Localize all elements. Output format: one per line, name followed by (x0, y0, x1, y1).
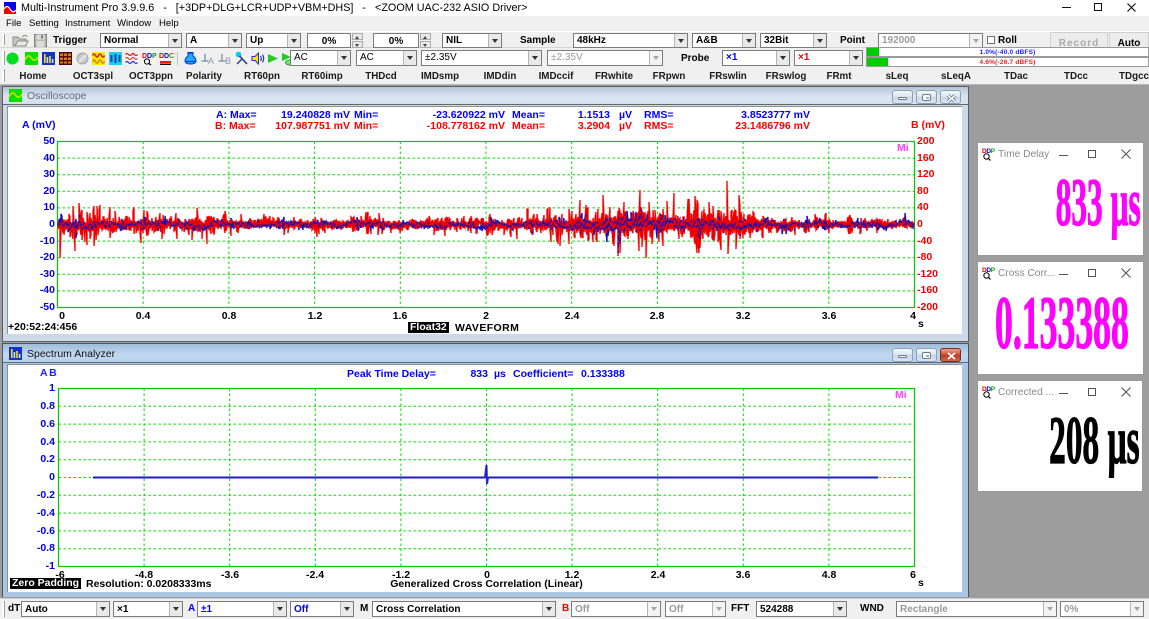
svg-text:P: P (991, 386, 996, 393)
svg-text:P: P (991, 148, 996, 155)
svg-text:P: P (991, 267, 996, 274)
